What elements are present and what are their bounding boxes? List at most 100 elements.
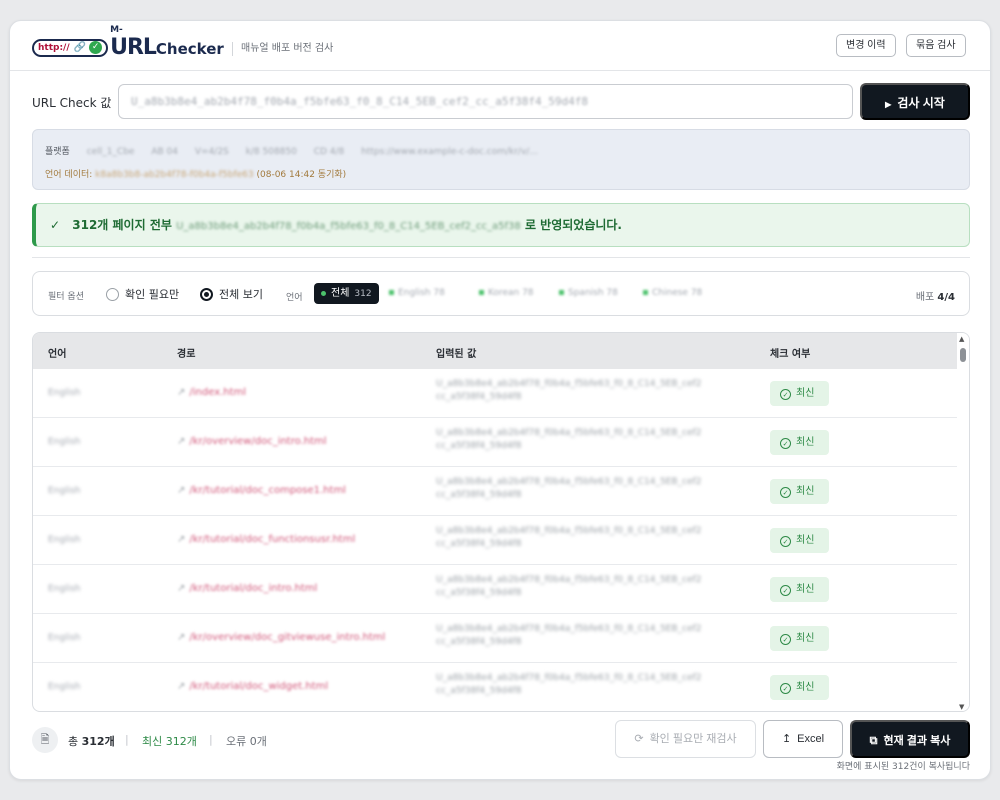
batch-check-button[interactable]: 묶음 검사 — [906, 34, 966, 57]
scroll-up-icon[interactable]: ▲ — [959, 335, 964, 343]
platform-item: AB 04 — [151, 147, 178, 157]
sync-time: (08-06 14:42 동기화) — [256, 170, 347, 180]
recheck-label: 확인 필요만 재검사 — [649, 733, 737, 745]
row-language: English — [48, 584, 81, 594]
start-check-button[interactable]: ▶ 검사 시작 — [860, 83, 970, 120]
language-chip[interactable]: English 78 — [389, 288, 445, 298]
row-path-link[interactable]: ↗/index.html — [177, 387, 246, 398]
platform-item: k/8 508850 — [245, 147, 297, 157]
url-check-input[interactable]: U_a8b3b8e4_ab2b4f78_f0b4a_f5bfe63_f0_8_C… — [118, 84, 853, 119]
table-row: English ↗/kr/overview/doc_intro.html U_a… — [33, 418, 959, 467]
language-filter-label: 언어 — [286, 293, 303, 303]
status-text: 최신 — [796, 486, 815, 497]
row-language: English — [48, 437, 81, 447]
logo-checker-text: Checker — [155, 40, 224, 58]
table-row: English ↗/kr/tutorial/doc_intro.html U_a… — [33, 565, 959, 614]
scrollbar-thumb[interactable] — [960, 348, 966, 362]
check-circle-icon: ✓ — [780, 585, 791, 596]
row-value-line: U_a8b3b8e4_ab2b4f78_f0b4a_f5bfe63_f0_8_C… — [436, 526, 702, 536]
row-input-value: U_a8b3b8e4_ab2b4f78_f0b4a_f5bfe63_f0_8_C… — [436, 623, 736, 649]
upload-icon: ↥ — [781, 733, 792, 745]
chip-label: Korean 78 — [488, 288, 534, 298]
platform-url[interactable]: https://www.example-c-doc.com/kr/v/... — [361, 147, 538, 157]
row-path-link[interactable]: ↗/kr/overview/doc_gitviewuse_intro.html — [177, 632, 385, 643]
chip-label: 전체 — [331, 288, 350, 299]
copy-hint-text: 화면에 표시된 312건이 복사됩니다 — [836, 762, 970, 772]
row-language: English — [48, 486, 81, 496]
external-link-icon: ↗ — [177, 681, 186, 692]
row-path-link[interactable]: ↗/kr/tutorial/doc_intro.html — [177, 583, 317, 594]
row-path-link[interactable]: ↗/kr/tutorial/doc_functionsusr.html — [177, 534, 355, 545]
filter-needs-check-radio[interactable]: 확인 필요만 — [106, 286, 179, 302]
language-chip[interactable]: Spanish 78 — [559, 288, 618, 298]
error-count: 오류 0개 — [226, 733, 267, 749]
app-logo: http:// 🔗 ✓ M- URLChecker — [32, 25, 224, 60]
row-path-link[interactable]: ↗/kr/overview/doc_intro.html — [177, 436, 327, 447]
excel-label: Excel — [797, 733, 825, 745]
app-card: http:// 🔗 ✓ M- URLChecker 매뉴얼 배포 버전 검사 변… — [9, 20, 991, 780]
status-dot-icon — [479, 290, 484, 295]
row-path-text: /kr/tutorial/doc_compose1.html — [189, 485, 346, 496]
table-row: English ↗/kr/overview/doc_gitviewuse_int… — [33, 614, 959, 663]
language-chip[interactable]: Korean 78 — [479, 288, 534, 298]
filter-bar: 필터 옵션 확인 필요만 전체 보기 언어 전체 312 English 78 K… — [32, 271, 970, 316]
scroll-down-icon[interactable]: ▼ — [959, 703, 964, 711]
copy-icon: ⧉ — [869, 735, 878, 747]
table-row: English ↗/index.html U_a8b3b8e4_ab2b4f78… — [33, 369, 959, 418]
status-dot-icon — [321, 290, 326, 296]
check-circle-icon: ✓ — [780, 438, 791, 449]
status-badge: ✓ 최신 — [770, 430, 829, 455]
table-scrollbar[interactable]: ▲ ▼ — [957, 333, 969, 711]
filter-label: 필터 옵션 — [48, 292, 84, 302]
row-input-value: U_a8b3b8e4_ab2b4f78_f0b4a_f5bfe63_f0_8_C… — [436, 525, 736, 551]
row-input-value: U_a8b3b8e4_ab2b4f78_f0b4a_f5bfe63_f0_8_C… — [436, 476, 736, 502]
row-path-text: /index.html — [189, 387, 247, 398]
row-value-line: cc_a5f38f4_59d4f8 — [436, 441, 522, 451]
check-circle-icon: ✓ — [780, 536, 791, 547]
status-dot-icon — [389, 290, 394, 295]
stat-separator: | — [125, 733, 129, 746]
radio-label: 전체 보기 — [219, 288, 263, 301]
logo-url-text: URL — [110, 35, 157, 60]
row-input-value: U_a8b3b8e4_ab2b4f78_f0b4a_f5bfe63_f0_8_C… — [436, 672, 736, 698]
table-row: English ↗/kr/tutorial/doc_functionsusr.h… — [33, 516, 959, 565]
copy-results-button[interactable]: ⧉ 현재 결과 복사 — [850, 720, 970, 758]
platform-label: 플랫폼 — [45, 147, 70, 157]
recheck-needed-button[interactable]: ⟳ 확인 필요만 재검사 — [615, 720, 756, 758]
change-history-button[interactable]: 변경 이력 — [836, 34, 896, 57]
checkmark-icon: ✓ — [50, 218, 61, 232]
latest-value: 312개 — [165, 735, 197, 748]
excel-export-button[interactable]: ↥ Excel — [763, 720, 843, 758]
status-text: 최신 — [796, 437, 815, 448]
row-value-line: U_a8b3b8e4_ab2b4f78_f0b4a_f5bfe63_f0_8_C… — [436, 575, 702, 585]
logo-m-text: M- — [110, 25, 123, 35]
row-input-value: U_a8b3b8e4_ab2b4f78_f0b4a_f5bfe63_f0_8_C… — [436, 427, 736, 453]
status-text: 최신 — [796, 388, 815, 399]
top-bar: http:// 🔗 ✓ M- URLChecker 매뉴얼 배포 버전 검사 변… — [10, 21, 990, 71]
table-header: 언어 경로 입력된 값 체크 여부 — [33, 333, 959, 369]
chip-label: Spanish 78 — [568, 288, 618, 298]
row-language: English — [48, 535, 81, 545]
logo-http-text: http:// — [38, 42, 70, 53]
refresh-icon: ⟳ — [634, 733, 644, 745]
status-text: 최신 — [796, 535, 815, 546]
status-text: 최신 — [796, 584, 815, 595]
error-value: 0개 — [249, 735, 267, 748]
header-input-value: 입력된 값 — [436, 349, 477, 360]
row-path-text: /kr/tutorial/doc_functionsusr.html — [189, 534, 356, 545]
language-chip[interactable]: Chinese 78 — [643, 288, 702, 298]
stat-separator: | — [209, 733, 213, 746]
chip-count: 312 — [354, 289, 372, 299]
row-path-text: /kr/overview/doc_intro.html — [189, 436, 327, 447]
row-path-link[interactable]: ↗/kr/tutorial/doc_compose1.html — [177, 485, 346, 496]
filter-all-radio[interactable]: 전체 보기 — [200, 286, 263, 302]
row-path-link[interactable]: ↗/kr/tutorial/doc_widget.html — [177, 681, 328, 692]
external-link-icon: ↗ — [177, 387, 186, 398]
table-row: English ↗/kr/tutorial/doc_compose1.html … — [33, 467, 959, 516]
row-value-line: U_a8b3b8e4_ab2b4f78_f0b4a_f5bfe63_f0_8_C… — [436, 428, 702, 438]
logo-url-pill: http:// 🔗 ✓ — [32, 38, 109, 57]
check-circle-icon: ✓ — [780, 683, 791, 694]
language-chip-all[interactable]: 전체 312 — [314, 283, 379, 304]
check-circle-icon: ✓ — [780, 389, 791, 400]
total-count: 총 312개 — [68, 733, 115, 749]
